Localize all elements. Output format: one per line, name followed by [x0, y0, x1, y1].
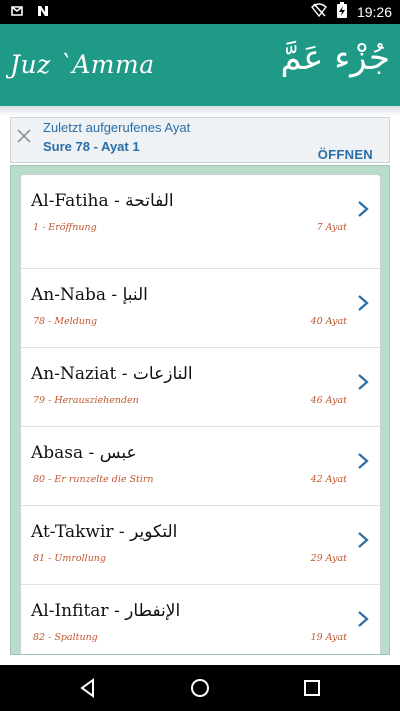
- surah-list: Al-Fatiha - الفاتحة 1 - Eröffnung 7 Ayat…: [20, 174, 381, 654]
- notification-icon: [10, 3, 24, 22]
- app-bar: Juz `Amma جُزْء عَمَّ: [0, 24, 400, 106]
- app-bar-shadow: [0, 106, 400, 116]
- last-opened-banner: Zuletzt aufgerufenes Ayat Sure 78 - Ayat…: [10, 117, 390, 163]
- surah-ayat-count: 46 Ayat: [310, 395, 347, 406]
- navigation-bar: [0, 665, 400, 711]
- status-bar: 19:26: [0, 0, 400, 24]
- back-icon[interactable]: [76, 676, 100, 700]
- status-time: 19:26: [356, 4, 392, 20]
- surah-list-frame: Al-Fatiha - الفاتحة 1 - Eröffnung 7 Ayat…: [10, 165, 390, 655]
- surah-title: An-Naba - النبإ: [31, 285, 148, 305]
- list-item[interactable]: Al-Infitar - الإنفطار 82 - Spaltung 19 A…: [21, 585, 380, 654]
- list-item[interactable]: An-Naziat - النازعات 79 - Herausziehende…: [21, 348, 380, 427]
- chevron-right-icon: [356, 294, 370, 312]
- surah-ayat-count: 42 Ayat: [310, 474, 347, 485]
- surah-subtitle: 82 - Spaltung: [33, 632, 98, 643]
- surah-ayat-count: 40 Ayat: [310, 316, 347, 327]
- app-title-arabic: جُزْء عَمَّ: [280, 38, 391, 78]
- surah-subtitle: 79 - Herausziehenden: [33, 395, 139, 406]
- surah-title: At-Takwir - التكوير: [31, 522, 178, 542]
- wifi-off-icon: [310, 2, 327, 22]
- chevron-right-icon: [356, 452, 370, 470]
- surah-subtitle: 1 - Eröffnung: [33, 222, 97, 233]
- list-item[interactable]: Abasa - عبس 80 - Er runzelte die Stirn 4…: [21, 427, 380, 506]
- chevron-right-icon: [356, 200, 370, 218]
- banner-subtitle: Sure 78 - Ayat 1: [43, 139, 140, 154]
- home-icon[interactable]: [188, 676, 212, 700]
- chevron-right-icon: [356, 610, 370, 628]
- close-icon[interactable]: [13, 125, 35, 147]
- recents-icon[interactable]: [300, 676, 324, 700]
- surah-title: Al-Infitar - الإنفطار: [31, 601, 181, 621]
- surah-title: An-Naziat - النازعات: [31, 364, 193, 384]
- list-item[interactable]: Al-Fatiha - الفاتحة 1 - Eröffnung 7 Ayat: [21, 175, 380, 269]
- surah-ayat-count: 19 Ayat: [310, 632, 347, 643]
- surah-subtitle: 81 - Umrollung: [33, 553, 107, 564]
- surah-ayat-count: 29 Ayat: [310, 553, 347, 564]
- n-app-icon: [36, 3, 50, 22]
- surah-subtitle: 80 - Er runzelte die Stirn: [33, 474, 154, 485]
- app-title-latin: Juz `Amma: [10, 50, 155, 79]
- surah-ayat-count: 7 Ayat: [316, 222, 347, 233]
- chevron-right-icon: [356, 373, 370, 391]
- open-button[interactable]: ÖFFNEN: [318, 147, 373, 162]
- banner-title: Zuletzt aufgerufenes Ayat: [43, 120, 191, 135]
- surah-title: Abasa - عبس: [31, 443, 137, 463]
- list-item[interactable]: An-Naba - النبإ 78 - Meldung 40 Ayat: [21, 269, 380, 348]
- surah-subtitle: 78 - Meldung: [33, 316, 98, 327]
- list-item[interactable]: At-Takwir - التكوير 81 - Umrollung 29 Ay…: [21, 506, 380, 585]
- chevron-right-icon: [356, 531, 370, 549]
- battery-charging-icon: [336, 2, 347, 22]
- surah-title: Al-Fatiha - الفاتحة: [31, 191, 174, 211]
